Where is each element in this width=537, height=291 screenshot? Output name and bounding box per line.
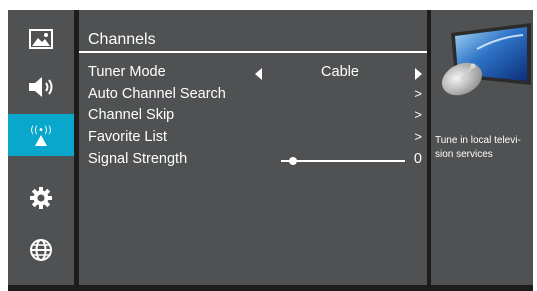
tuner-mode-label: Tuner Mode bbox=[88, 64, 166, 80]
sidebar-item-settings[interactable] bbox=[8, 177, 74, 219]
broadcast-antenna-icon: ((•)) bbox=[30, 125, 52, 146]
globe-icon bbox=[30, 239, 52, 261]
signal-strength-bar bbox=[285, 160, 405, 162]
page-title: Channels bbox=[88, 31, 156, 48]
chevron-right-icon: > bbox=[414, 107, 422, 122]
signal-strength-knob bbox=[289, 157, 297, 165]
speaker-icon bbox=[29, 77, 53, 97]
channel-skip-row[interactable]: Channel Skip > bbox=[88, 107, 422, 127]
picture-icon bbox=[29, 29, 53, 49]
arrow-right-icon[interactable] bbox=[415, 68, 422, 80]
sidebar-item-network[interactable] bbox=[8, 229, 74, 271]
tv-satellite-illustration bbox=[437, 19, 533, 103]
gear-icon bbox=[30, 187, 52, 209]
favorite-list-label: Favorite List bbox=[88, 129, 167, 145]
sidebar-item-channels[interactable]: ((•)) bbox=[8, 114, 74, 156]
signal-strength-row: Signal Strength 0 bbox=[88, 151, 422, 171]
arrow-left-icon[interactable] bbox=[255, 68, 262, 80]
sidebar-item-audio[interactable] bbox=[8, 66, 74, 108]
tuner-mode-value: Cable bbox=[321, 64, 359, 80]
chevron-right-icon: > bbox=[414, 86, 422, 101]
tuner-mode-row[interactable]: Tuner Mode Cable bbox=[88, 64, 422, 84]
sidebar-item-picture[interactable] bbox=[8, 18, 74, 60]
tv-menu-screen: ((•)) Channels Tuner Mode Cable Auto Cha… bbox=[0, 0, 537, 291]
auto-channel-search-row[interactable]: Auto Channel Search > bbox=[88, 86, 422, 106]
favorite-list-row[interactable]: Favorite List > bbox=[88, 129, 422, 149]
title-divider bbox=[79, 51, 427, 53]
auto-channel-search-label: Auto Channel Search bbox=[88, 86, 226, 102]
signal-strength-value: 0 bbox=[413, 151, 422, 167]
chevron-right-icon: > bbox=[414, 129, 422, 144]
signal-strength-label: Signal Strength bbox=[88, 151, 188, 167]
menu-sidebar: ((•)) bbox=[8, 10, 74, 285]
info-description: Tune in local televi- sion services bbox=[435, 135, 521, 160]
svg-text:((•)): ((•)) bbox=[30, 125, 52, 136]
channel-skip-label: Channel Skip bbox=[88, 107, 175, 123]
